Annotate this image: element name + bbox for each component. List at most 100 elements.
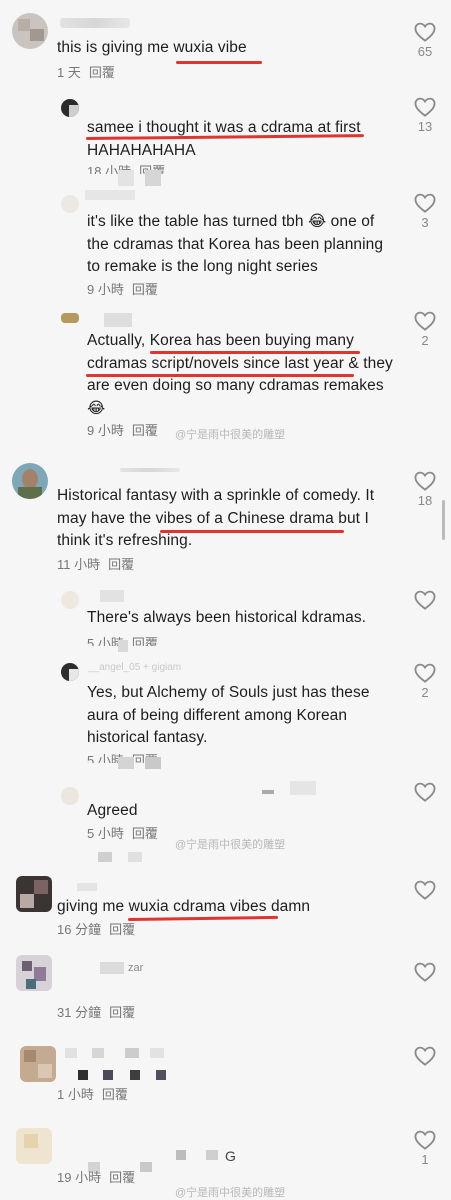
comment-meta: 11 小時 回覆 xyxy=(57,557,134,573)
comment-text: Agreed xyxy=(87,802,138,819)
like-count: 2 xyxy=(421,333,429,348)
reply-button[interactable]: 回覆 xyxy=(109,922,135,937)
blurred-username xyxy=(100,962,124,974)
comment-meta: 9 小時 回覆 xyxy=(87,423,158,439)
blurred-username xyxy=(65,1048,77,1058)
avatar[interactable] xyxy=(16,876,52,912)
comment-time: 9 小時 xyxy=(87,423,124,438)
like-button[interactable]: 3 xyxy=(410,193,440,230)
comment-meta: 1 小時 回覆 xyxy=(57,1087,128,1103)
avatar[interactable] xyxy=(16,955,52,991)
username[interactable] xyxy=(120,468,180,472)
avatar[interactable] xyxy=(12,13,48,49)
like-button[interactable]: 65 xyxy=(410,22,440,59)
blurred-username xyxy=(128,852,142,862)
heart-outline-icon xyxy=(414,311,436,331)
comment-meta: 1 天回覆 xyxy=(57,65,115,81)
reply-button[interactable]: 回覆 xyxy=(132,826,158,841)
like-count: 2 xyxy=(421,685,429,700)
avatar[interactable] xyxy=(61,591,79,609)
avatar[interactable] xyxy=(61,663,79,681)
like-button[interactable] xyxy=(410,1046,440,1066)
like-button[interactable]: 2 xyxy=(410,311,440,348)
partial-username: zar xyxy=(128,962,144,974)
blurred-text xyxy=(78,1070,88,1080)
blurred-username xyxy=(100,590,124,602)
blurred-username xyxy=(125,1048,139,1058)
avatar[interactable] xyxy=(12,463,48,499)
partial-username: G xyxy=(225,1148,236,1164)
comment-meta: 9 小時 回覆 xyxy=(87,282,158,298)
like-count: 13 xyxy=(417,119,433,134)
blurred-username xyxy=(176,1150,186,1160)
reply-button[interactable]: 回覆 xyxy=(109,1170,135,1185)
comment-meta: 31 分鐘 回覆 xyxy=(57,1005,135,1021)
blurred-username xyxy=(206,1150,218,1160)
watermark: @宁是雨中很美的雕塑 xyxy=(175,839,286,851)
avatar[interactable] xyxy=(20,1046,56,1082)
comment-time: 1 小時 xyxy=(57,1087,94,1102)
blurred-text xyxy=(130,1070,140,1080)
like-button[interactable]: 2 xyxy=(410,663,440,700)
comment-time: 5 小時 xyxy=(87,826,124,841)
heart-outline-icon xyxy=(414,782,436,802)
blurred-username xyxy=(290,781,316,795)
like-button[interactable]: 18 xyxy=(410,471,440,508)
heart-outline-icon xyxy=(414,97,436,117)
blurred-text xyxy=(156,1070,166,1080)
comment-meta: 16 分鐘 回覆 xyxy=(57,922,135,938)
like-button[interactable]: 1 xyxy=(410,1130,440,1167)
heart-outline-icon xyxy=(414,880,436,900)
highlight-underline xyxy=(86,374,354,377)
avatar[interactable] xyxy=(16,1128,52,1164)
like-button[interactable] xyxy=(410,782,440,802)
reply-button[interactable]: 回覆 xyxy=(109,1005,135,1020)
like-count: 65 xyxy=(417,44,433,59)
highlight-underline xyxy=(150,351,360,354)
comment-time: 1 天 xyxy=(57,65,81,80)
avatar[interactable] xyxy=(61,313,79,323)
blurred-username xyxy=(140,1162,152,1172)
blurred-username xyxy=(145,757,161,769)
blurred-username xyxy=(262,790,274,794)
avatar[interactable] xyxy=(61,787,79,805)
avatar[interactable] xyxy=(61,195,79,213)
blurred-username xyxy=(104,313,132,327)
blurred-username xyxy=(85,190,135,200)
heart-outline-icon xyxy=(414,22,436,42)
comment-text: it's like the table has turned tbh 😂 one… xyxy=(87,213,384,275)
like-count: 18 xyxy=(417,493,433,508)
comment-time: 9 小時 xyxy=(87,282,124,297)
comment-text: giving me wuxia cdrama vibes damn xyxy=(57,898,311,915)
comment-text: There's always been historical kdramas. xyxy=(87,609,367,626)
like-button[interactable] xyxy=(410,962,440,982)
highlight-underline xyxy=(176,61,262,64)
blurred-username xyxy=(150,1048,164,1058)
comment-time: 31 分鐘 xyxy=(57,1005,102,1020)
heart-outline-icon xyxy=(414,1130,436,1150)
highlight-underline xyxy=(160,530,344,533)
reply-button[interactable]: 回覆 xyxy=(132,423,158,438)
blurred-username xyxy=(118,640,128,652)
reply-button[interactable]: 回覆 xyxy=(132,282,158,297)
like-button[interactable]: 13 xyxy=(410,97,440,134)
like-count: 3 xyxy=(421,215,429,230)
comment-time: 11 小時 xyxy=(57,557,101,572)
like-button[interactable] xyxy=(410,590,440,610)
reply-button[interactable]: 回覆 xyxy=(108,557,134,572)
username[interactable]: __angel_05 + gigiam xyxy=(88,662,328,674)
blurred-username xyxy=(118,170,134,186)
comment-meta: 5 小時回覆 xyxy=(87,826,158,842)
avatar[interactable] xyxy=(61,99,79,117)
scrollbar[interactable] xyxy=(442,500,445,540)
reply-button[interactable]: 回覆 xyxy=(89,65,115,80)
heart-outline-icon xyxy=(414,193,436,213)
reply-button[interactable]: 回覆 xyxy=(132,636,158,646)
blurred-username xyxy=(92,1048,104,1058)
heart-outline-icon xyxy=(414,663,436,683)
heart-outline-icon xyxy=(414,590,436,610)
heart-outline-icon xyxy=(414,962,436,982)
reply-button[interactable]: 回覆 xyxy=(102,1087,128,1102)
like-button[interactable] xyxy=(410,880,440,900)
username[interactable] xyxy=(60,18,130,28)
